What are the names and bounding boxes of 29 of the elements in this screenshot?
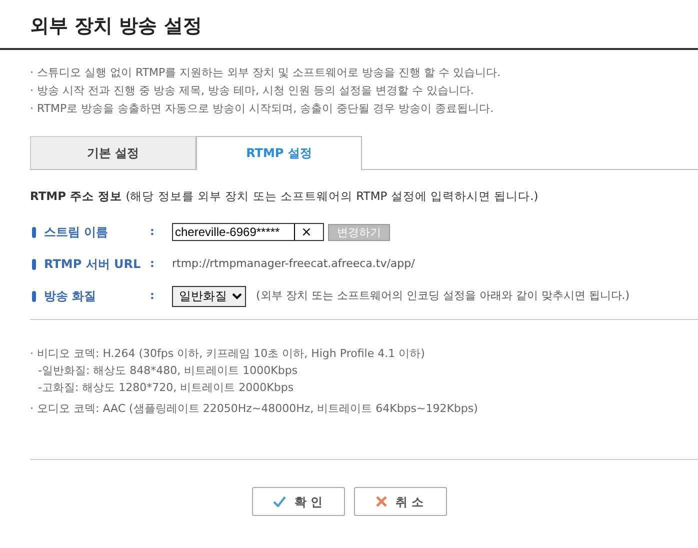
quality-select[interactable]: 일반화질 [172,286,246,307]
colon-text: : [150,224,156,240]
stream-name-field[interactable]: chereville-6969***** × [172,223,324,242]
page-title: 외부 장치 방송 설정 [0,0,698,50]
codec-note: · 오디오 코덱: AAC (샘플링레이트 22050Hz~48000Hz, 비트레이트 64Kbps~192Kbps) [30,401,479,418]
marker-icon [32,258,36,270]
codec-note: · 비디오 코덱: H.264 (30fps 이하, 키프레임 10초 이하, High Profile 4.1 이하) [30,346,426,362]
field-label: 스트림 이름 [44,224,108,242]
check-icon [273,496,286,508]
tab[interactable]: 기본 설정 [30,136,196,169]
confirm-button[interactable]: 확 인 [252,487,344,516]
cancel-button[interactable]: 취 소 [354,487,446,516]
notice-text: · 스튜디오 실행 없이 RTMP를 지원하는 외부 장치 및 소프트웨어로 방송을 진행 할 수 있습니다. [30,64,502,81]
tab[interactable]: RTMP 설정 [196,136,362,170]
field-label: 방송 화질 [44,288,96,306]
close-icon [376,496,388,508]
quality-note: (외부 장치 또는 소프트웨어의 인코딩 설정을 아래와 같이 맞추시면 됩니다.) [256,288,630,304]
colon-text: : [150,288,156,304]
notice-text: · RTMP로 방송을 송출하면 자동으로 방송이 시작되며, 송출이 중단될 경우 방송이 종료됩니다. [30,100,495,117]
codec-note: -고화질: 해상도 1280*720, 비트레이트 2000Kbps [37,380,295,396]
clear-button[interactable]: × [295,226,312,239]
url-text: rtmp://rtmpmanager-freecat.afreeca.tv/app/ [172,256,415,272]
field-label: RTMP 서버 URL [44,256,141,274]
marker-icon [32,226,36,238]
colon-text: : [150,256,156,272]
notice-text: · 방송 시작 전과 진행 중 방송 제목, 방송 테마, 시청 인원 등의 설정을 변경할 수 있습니다. [30,82,475,99]
codec-note: -일반화질: 해상도 848*480, 비트레이트 1000Kbps [37,363,299,380]
marker-icon [32,290,36,302]
section-heading: RTMP 주소 정보 (해당 정보를 외부 장치 또는 소프트웨어의 RTMP 설정에 입력하시면 됩니다.) [29,188,540,205]
